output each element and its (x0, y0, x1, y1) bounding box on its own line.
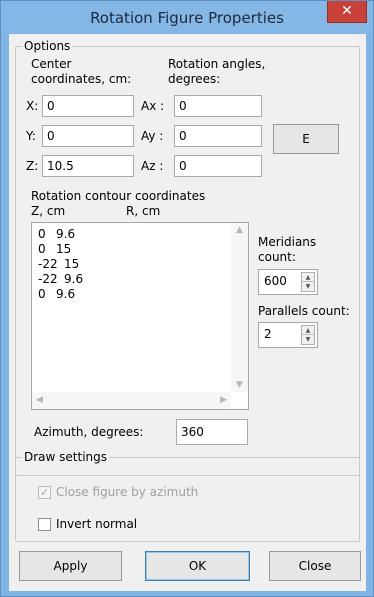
z-cell: 0 (38, 287, 46, 301)
r-cell: 15 (56, 242, 72, 256)
invert-normal-label: Invert normal (56, 517, 138, 531)
ay-label: Ay : (141, 129, 164, 143)
azimuth-field[interactable]: 360 (176, 419, 248, 445)
list-item[interactable]: 0 15 (32, 242, 248, 257)
e-button[interactable]: E (273, 124, 339, 154)
contour-rows: 0 9.6 0 15 -22 15 -22 9.6 0 9.6 (32, 223, 248, 302)
contour-coordinates-list[interactable]: 0 9.6 0 15 -22 15 -22 9.6 0 9.6 ▲ ▼ ◀ ▶ (31, 222, 249, 410)
apply-button[interactable]: Apply (19, 551, 122, 581)
meridians-label-line2: count: (258, 250, 296, 264)
center-label-line1: Center (31, 57, 72, 71)
parallels-label: Parallels count: (258, 304, 350, 318)
draw-settings-group: Draw settings ✓ Close figure by azimuth … (15, 450, 360, 542)
close-figure-checkbox[interactable]: ✓ (38, 486, 51, 499)
options-group-label: Options (22, 39, 73, 53)
y-label: Y: (26, 129, 36, 143)
angles-label-line1: Rotation angles, (168, 57, 266, 71)
close-figure-label: Close figure by azimuth (56, 485, 199, 499)
options-group: Options Center coordinates, cm: Rotation… (15, 39, 360, 476)
spin-down-icon[interactable]: ▼ (302, 335, 314, 344)
close-window-button[interactable]: ✕ (327, 1, 367, 23)
horizontal-scrollbar[interactable]: ◀ ▶ (32, 392, 231, 409)
close-button[interactable]: Close (269, 551, 361, 581)
r-cell: 15 (64, 257, 80, 271)
list-item[interactable]: 0 9.6 (32, 227, 248, 242)
ax-label: Ax : (141, 99, 165, 113)
z-cell: -22 (38, 272, 58, 286)
draw-settings-group-label: Draw settings (22, 450, 110, 464)
parallels-spin-buttons[interactable]: ▲ ▼ (301, 325, 315, 345)
list-item[interactable]: -22 15 (32, 257, 248, 272)
x-label: X: (26, 99, 39, 113)
z-column-header: Z, cm (31, 204, 66, 218)
meridians-count-stepper[interactable]: 600 ▲ ▼ (258, 269, 318, 295)
r-cell: 9.6 (64, 272, 84, 286)
z-cell: -22 (38, 257, 58, 271)
center-label-line2: coordinates, cm: (31, 72, 132, 86)
r-column-header: R, cm (126, 204, 161, 218)
z-coordinate-field[interactable]: 10.5 (42, 155, 134, 177)
title-bar[interactable]: Rotation Figure Properties ✕ (1, 1, 373, 34)
invert-normal-checkbox[interactable] (38, 518, 51, 531)
close-icon: ✕ (341, 3, 353, 19)
dialog-client-area: Options Center coordinates, cm: Rotation… (9, 34, 366, 591)
r-cell: 9.6 (56, 227, 76, 241)
contour-label: Rotation contour coordinates (31, 189, 206, 203)
scroll-down-icon[interactable]: ▼ (236, 380, 243, 390)
parallels-count-value: 2 (264, 327, 272, 341)
scroll-up-icon[interactable]: ▲ (236, 225, 243, 235)
meridians-label-line1: Meridians (258, 235, 317, 249)
z-cell: 0 (38, 227, 46, 241)
dialog-window: Rotation Figure Properties ✕ Options Cen… (0, 0, 374, 597)
meridians-spin-buttons[interactable]: ▲ ▼ (301, 272, 315, 292)
spin-down-icon[interactable]: ▼ (302, 282, 314, 291)
x-coordinate-field[interactable]: 0 (42, 95, 134, 117)
spin-up-icon[interactable]: ▲ (302, 273, 314, 282)
ax-angle-field[interactable]: 0 (174, 95, 262, 117)
r-cell: 9.6 (56, 287, 76, 301)
z-label: Z: (26, 159, 39, 173)
parallels-count-stepper[interactable]: 2 ▲ ▼ (258, 322, 318, 348)
scroll-right-icon[interactable]: ▶ (220, 395, 227, 405)
spin-up-icon[interactable]: ▲ (302, 326, 314, 335)
ok-button[interactable]: OK (145, 551, 250, 581)
list-item[interactable]: 0 9.6 (32, 287, 248, 302)
meridians-count-value: 600 (264, 274, 287, 288)
angles-label-line2: degrees: (168, 72, 221, 86)
list-item[interactable]: -22 9.6 (32, 272, 248, 287)
az-angle-field[interactable]: 0 (174, 155, 262, 177)
scroll-left-icon[interactable]: ◀ (36, 395, 43, 405)
window-title: Rotation Figure Properties (90, 9, 284, 27)
z-cell: 0 (38, 242, 46, 256)
azimuth-label: Azimuth, degrees: (34, 425, 144, 439)
ay-angle-field[interactable]: 0 (174, 125, 262, 147)
az-label: Az : (141, 159, 164, 173)
y-coordinate-field[interactable]: 0 (42, 125, 134, 147)
vertical-scrollbar[interactable]: ▲ ▼ (231, 223, 248, 392)
